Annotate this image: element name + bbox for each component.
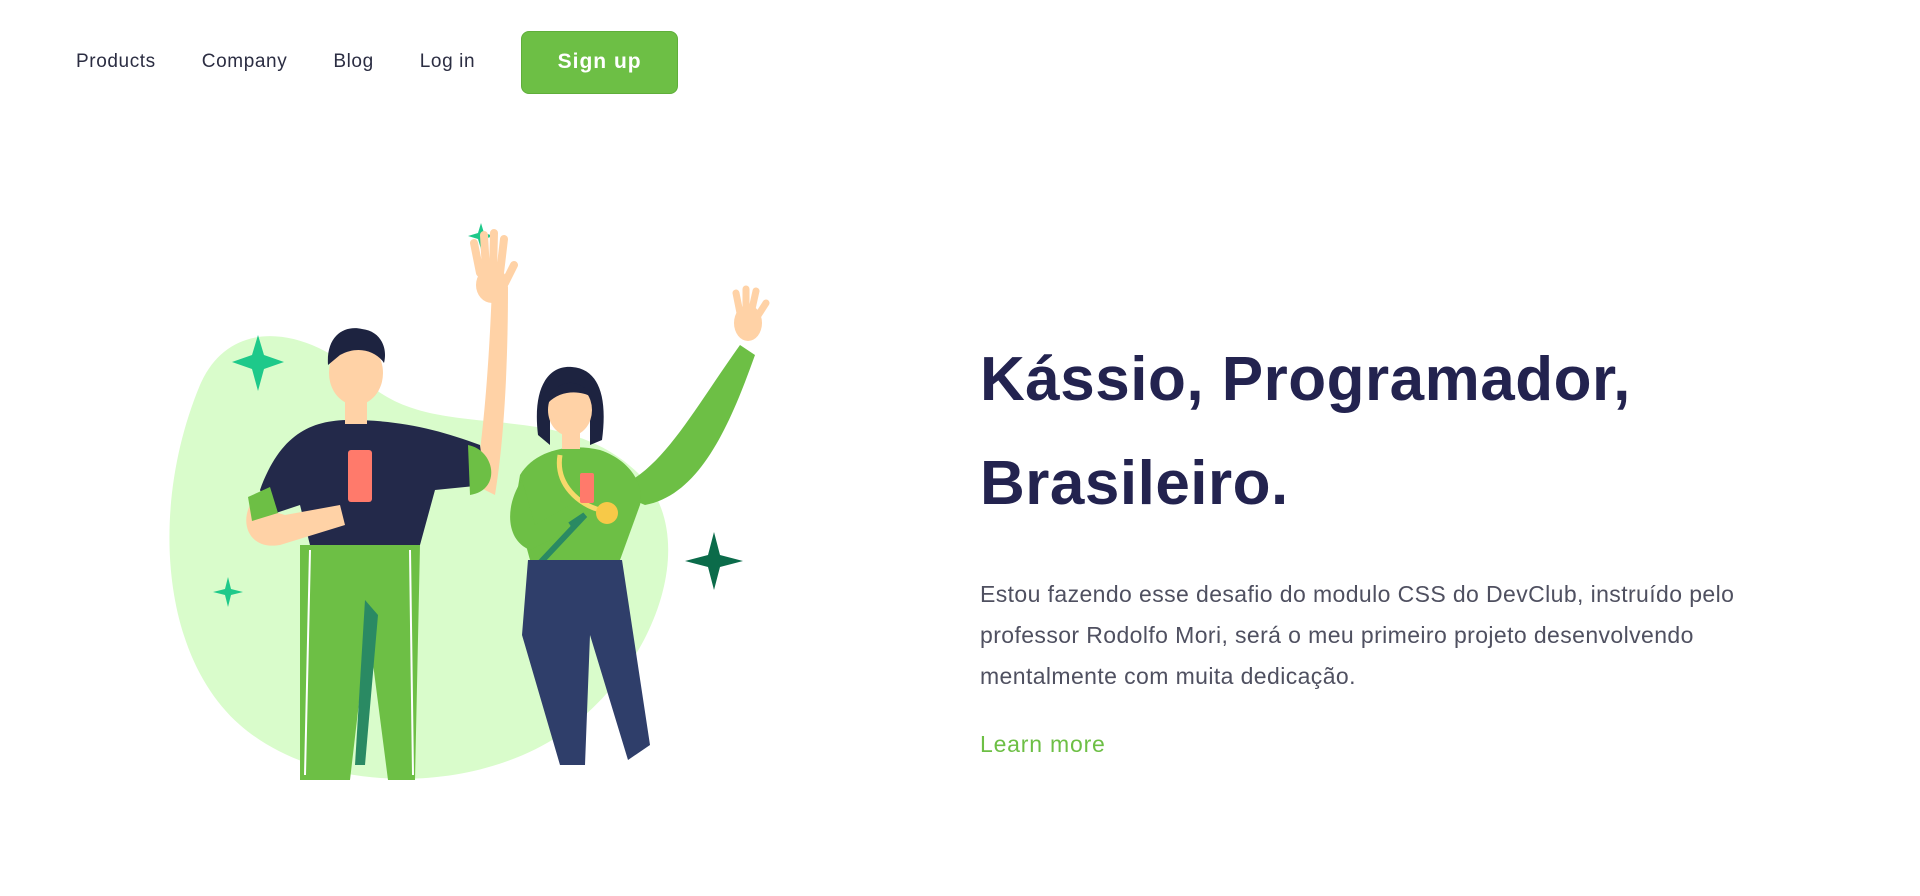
nav-link-blog[interactable]: Blog — [333, 51, 373, 73]
hero-illustration — [140, 205, 780, 805]
hero-description: Estou fazendo esse desafio do modulo CSS… — [980, 581, 1735, 689]
hero-title: Kássio, Programador, Brasileiro. — [980, 328, 1760, 536]
learn-more-link[interactable]: Learn more — [980, 731, 1106, 758]
hero-section: Kássio, Programador, Brasileiro. Estou f… — [980, 328, 1760, 758]
hero-title-line-1: Kássio, Programador, — [980, 345, 1631, 414]
hero-title-line-2: Brasileiro. — [980, 449, 1289, 518]
nav-link-company[interactable]: Company — [202, 51, 288, 73]
top-navigation: Products Company Blog Log in Sign up — [76, 30, 679, 94]
nav-link-login[interactable]: Log in — [420, 51, 475, 73]
celebration-illustration-icon — [169, 223, 770, 780]
sparkle-icon — [685, 532, 743, 590]
signup-button[interactable]: Sign up — [521, 30, 679, 94]
nav-link-products[interactable]: Products — [76, 51, 156, 73]
